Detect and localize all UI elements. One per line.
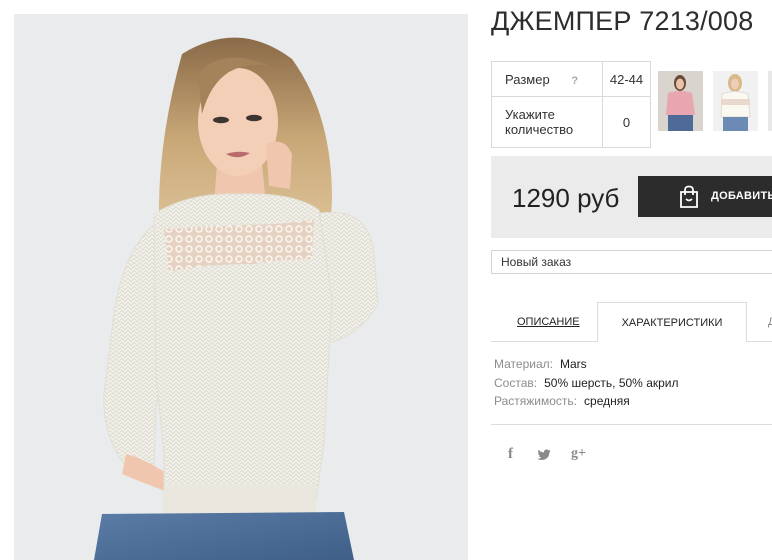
spec-row-composition: Состав: 50% шерсть, 50% акрил xyxy=(494,375,679,390)
add-to-cart-button[interactable]: ДОБАВИТЬ xyxy=(638,176,772,217)
product-image xyxy=(94,37,379,560)
pink-sweater-thumbnail xyxy=(658,71,703,131)
product-photo[interactable] xyxy=(14,14,468,560)
order-select[interactable]: Новый заказ xyxy=(491,250,772,274)
tab-characteristics[interactable]: ХАРАКТЕРИСТИКИ xyxy=(597,302,747,342)
size-label: Размер xyxy=(505,71,550,87)
size-help-icon[interactable]: ? xyxy=(571,75,578,87)
googleplus-icon[interactable]: g+ xyxy=(571,446,586,462)
spec-row-stretch: Растяжимость: средняя xyxy=(494,394,630,408)
product-thumbnail-pink[interactable] xyxy=(658,71,703,131)
spec-row-material: Материал: Mars xyxy=(494,357,587,371)
size-value[interactable]: 42-44 xyxy=(602,61,651,97)
product-title: ДЖЕМПЕР 7213/008 xyxy=(491,6,754,36)
product-price: 1290 руб xyxy=(512,183,620,213)
shopping-bag-icon xyxy=(680,185,698,208)
tab-delivery[interactable]: Д xyxy=(768,316,772,328)
add-to-cart-label: ДОБАВИТЬ xyxy=(711,190,772,202)
facebook-icon[interactable]: f xyxy=(508,446,513,463)
tab-description[interactable]: ОПИСАНИЕ xyxy=(517,316,580,328)
quantity-input[interactable]: 0 xyxy=(602,96,651,148)
white-sweater-thumbnail xyxy=(713,71,758,131)
twitter-icon[interactable] xyxy=(537,448,551,466)
size-quantity-table: Размер ? 42-44 Укажите количество 0 xyxy=(491,61,651,148)
social-divider xyxy=(491,424,772,425)
price-panel: 1290 руб ДОБАВИТЬ xyxy=(491,156,772,238)
product-thumbnail-white[interactable] xyxy=(713,71,758,131)
product-thumbnail-next[interactable] xyxy=(768,71,772,131)
specs-list: Материал: Mars Состав: 50% шерсть, 50% акр… xyxy=(494,358,679,414)
quantity-label: Укажите количество xyxy=(491,96,603,148)
